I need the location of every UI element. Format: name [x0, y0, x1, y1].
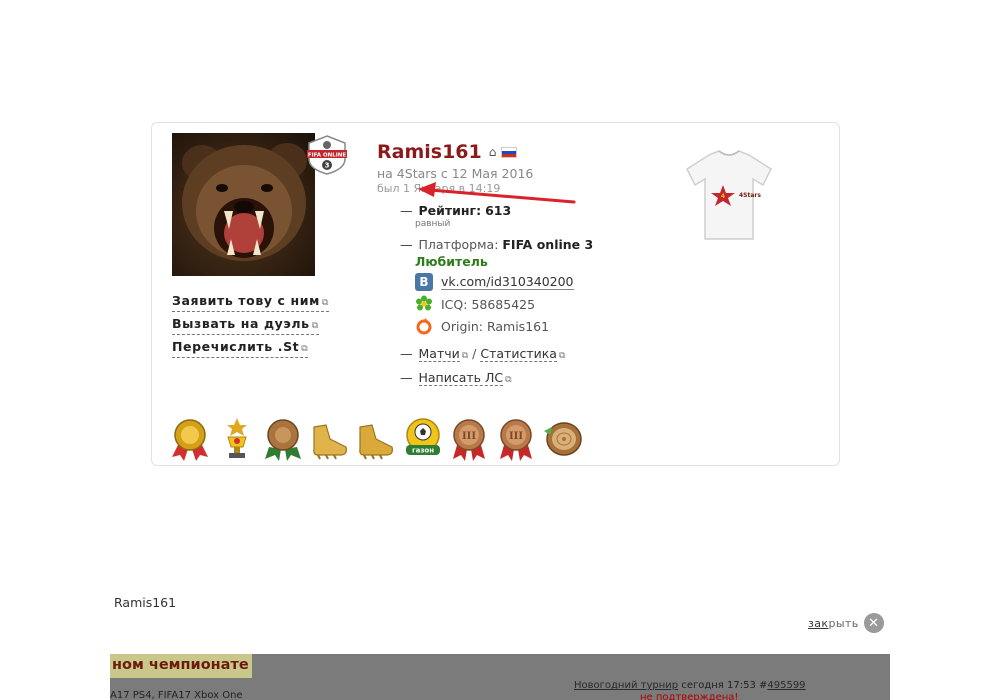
- close-control[interactable]: закрыть ✕: [808, 613, 884, 633]
- rating-sub: равный: [415, 219, 451, 229]
- page: FIFA ONLINE 3 Заявить тову с ним ⧉ Вызват…: [0, 0, 1000, 700]
- statistics-link[interactable]: Статистика: [480, 346, 557, 362]
- rating-value: 613: [485, 203, 512, 218]
- rating-row: — Рейтинг: 613: [400, 203, 512, 218]
- gazon-ball-medal-icon[interactable]: газон: [403, 417, 443, 461]
- external-link-icon: ⧉: [505, 375, 512, 385]
- platform-label: Платформа:: [418, 237, 499, 252]
- close-icon[interactable]: ✕: [863, 613, 884, 633]
- external-link-icon: ⧉: [461, 351, 469, 361]
- external-link-icon: ⧉: [558, 351, 566, 361]
- svg-text:газон: газон: [411, 447, 433, 455]
- bg-news-id[interactable]: 495599: [767, 680, 805, 691]
- external-link-icon: ⧉: [311, 321, 319, 331]
- avatar: [172, 133, 315, 276]
- tshirt-icon: 4 4Stars: [679, 145, 779, 245]
- bg-news-link[interactable]: Новогодний турнир: [574, 680, 678, 691]
- skill-level: Любитель: [415, 254, 488, 269]
- last-seen: был 1 Января в 14:19: [377, 182, 501, 195]
- golden-boot-icon[interactable]: [356, 417, 396, 461]
- platform-row: — Платформа: FIFA online 3: [400, 237, 594, 252]
- origin-id: Origin: Ramis161: [441, 318, 550, 334]
- matches-row: — Матчи ⧉ / Статистика ⧉: [400, 346, 566, 362]
- svg-text:4: 4: [721, 193, 725, 200]
- platform-value: FIFA online 3: [502, 237, 594, 252]
- gold-medal-icon[interactable]: [170, 417, 210, 461]
- bronze-wreath-medal-icon[interactable]: [263, 417, 303, 461]
- home-icon[interactable]: ⌂: [489, 145, 497, 159]
- medals-row: газон III III: [170, 417, 589, 461]
- profile-card: FIFA ONLINE 3 Заявить тову с ним ⧉ Вызват…: [151, 122, 840, 466]
- svg-text:III: III: [508, 431, 522, 442]
- transfer-link[interactable]: Перечислить .St ⧉: [172, 339, 309, 358]
- bg-news-item: Новогодний турнир сегодня 17:53 #495599: [574, 680, 806, 691]
- external-link-icon: ⧉: [301, 344, 309, 354]
- vk-contact: B vk.com/id310340200: [415, 271, 593, 293]
- svg-text:3: 3: [325, 162, 330, 170]
- matches-link[interactable]: Матчи: [418, 346, 460, 362]
- vk-icon: B: [415, 273, 433, 291]
- vk-link[interactable]: vk.com/id310340200: [441, 274, 574, 290]
- bronze-iii-medal-icon[interactable]: III: [449, 417, 489, 461]
- duel-link[interactable]: Вызвать на дуэль ⧉: [172, 316, 319, 335]
- challenge-link[interactable]: Заявить тову с ним ⧉: [172, 293, 329, 312]
- separator: /: [472, 346, 477, 361]
- image-caption: Ramis161: [114, 595, 177, 610]
- icq-contact: ICQ: 58685425: [415, 293, 593, 315]
- member-since: на 4Stars с 12 Мая 2016: [377, 166, 534, 181]
- username[interactable]: Ramis161: [377, 141, 482, 163]
- external-link-icon: ⧉: [321, 298, 329, 308]
- svg-text:III: III: [462, 431, 476, 442]
- bear-image: [182, 143, 307, 261]
- golden-boot-icon[interactable]: [310, 417, 350, 461]
- profile-actions: Заявить тову с ним ⧉ Вызвать на дуэль ⧉ Пе…: [172, 293, 329, 362]
- origin-contact: Origin: Ramis161: [415, 315, 593, 337]
- bg-status: не подтверждена!: [640, 692, 739, 700]
- icq-flower-icon: [415, 295, 433, 313]
- bg-platforms: A17 PS4, FIFA17 Xbox One: [110, 690, 243, 700]
- wooden-log-icon[interactable]: [542, 417, 582, 461]
- bronze-iii-medal-icon[interactable]: III: [496, 417, 536, 461]
- bg-tournament-title: ном чемпионате: [110, 654, 252, 678]
- svg-text:4Stars: 4Stars: [739, 192, 761, 199]
- username-row: Ramis161 ⌂: [377, 141, 518, 163]
- rating-label: Рейтинг:: [418, 203, 482, 218]
- russia-flag-icon: [501, 146, 518, 158]
- profile-details: — Рейтинг: 613 равный — Платформа: FIFA on…: [400, 203, 593, 391]
- icq-number: ICQ: 58685425: [441, 296, 536, 312]
- cup-trophy-icon[interactable]: [217, 417, 257, 461]
- pm-row: — Написать ЛС ⧉: [400, 370, 512, 386]
- svg-text:FIFA ONLINE: FIFA ONLINE: [308, 153, 347, 159]
- fifa-online-3-badge-icon: FIFA ONLINE 3: [305, 135, 349, 175]
- origin-icon: [415, 317, 433, 335]
- background-page: ном чемпионате A17 PS4, FIFA17 Xbox One …: [110, 654, 890, 700]
- write-pm-link[interactable]: Написать ЛС: [418, 370, 504, 386]
